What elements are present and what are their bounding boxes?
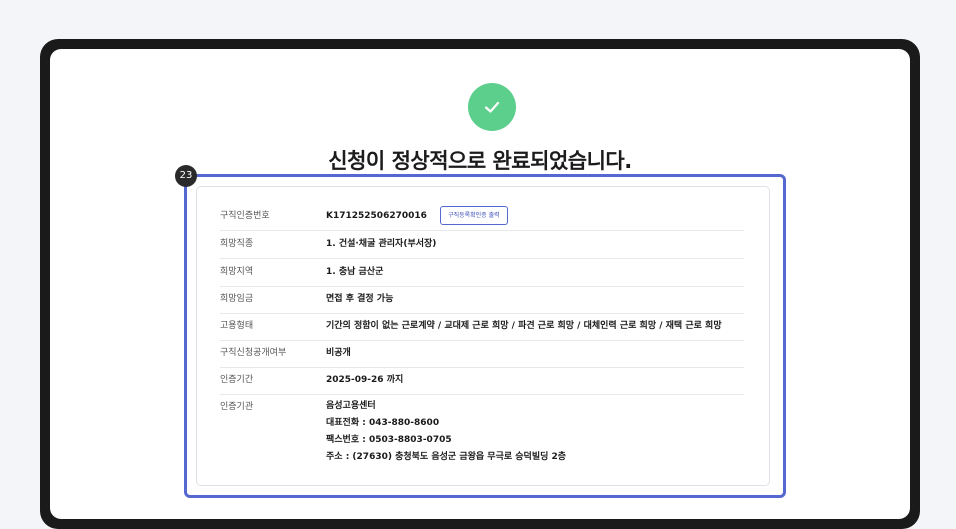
row-cert-agency: 인증기관 음성고용센터 대표전화 : 043-880-8600 팩스번호 : 0… [220,394,744,472]
row-value: 1. 충남 금산군 [326,267,384,277]
row-value: 1. 건설·채굴 관리자(부서장) [326,239,437,249]
screen: 신청이 정상적으로 완료되었습니다. 23 구직인증번호 K1712525062… [50,49,910,519]
cert-number-value: K171252506270016 [326,211,427,221]
check-icon [484,101,500,113]
agency-address: 주소 : (27630) 충청북도 음성군 금왕읍 무극로 승덕빌딩 2층 [326,452,567,462]
row-label: 고용형태 [220,321,254,331]
step-badge: 23 [175,165,197,187]
row-disclosure: 구직신청공개여부 비공개 [220,340,744,368]
row-value: 음성고용센터 대표전화 : 043-880-8600 팩스번호 : 0503-8… [326,398,566,466]
row-label: 희망임금 [220,294,254,304]
row-label: 희망직종 [220,239,254,249]
row-label: 구직신청공개여부 [220,348,287,358]
agency-phone: 대표전화 : 043-880-8600 [326,418,440,428]
row-employment-type: 고용형태 기간의 정함이 없는 근로계약 / 교대제 근로 희망 / 파견 근로… [220,313,744,341]
row-cert-number: 구직인증번호 K171252506270016 구직등록확인증 출력 [220,203,744,231]
agency-fax: 팩스번호 : 0503-8803-0705 [326,435,452,445]
row-desired-region: 희망지역 1. 충남 금산군 [220,259,744,287]
row-desired-job: 희망직종 1. 건설·채굴 관리자(부서장) [220,231,744,259]
row-value: 면접 후 결정 가능 [326,294,394,304]
row-label: 구직인증번호 [220,211,270,221]
success-check-badge [468,83,516,131]
agency-name: 음성고용센터 [326,401,376,411]
row-value: 비공개 [326,348,351,358]
row-value: K171252506270016 구직등록확인증 출력 [326,203,508,230]
row-value: 기간의 정함이 없는 근로계약 / 교대제 근로 희망 / 파견 근로 희망 /… [326,321,722,331]
row-label: 인증기간 [220,375,254,385]
row-desired-wage: 희망임금 면접 후 결정 가능 [220,286,744,314]
application-summary-card: 구직인증번호 K171252506270016 구직등록확인증 출력 희망직종 … [196,186,770,486]
print-certificate-button[interactable]: 구직등록확인증 출력 [440,206,508,225]
row-label: 인증기관 [220,402,254,412]
row-label: 희망지역 [220,267,254,277]
row-value: 2025-09-26 까지 [326,375,404,385]
row-cert-period: 인증기간 2025-09-26 까지 [220,367,744,395]
device-frame: 신청이 정상적으로 완료되었습니다. 23 구직인증번호 K1712525062… [40,39,920,529]
